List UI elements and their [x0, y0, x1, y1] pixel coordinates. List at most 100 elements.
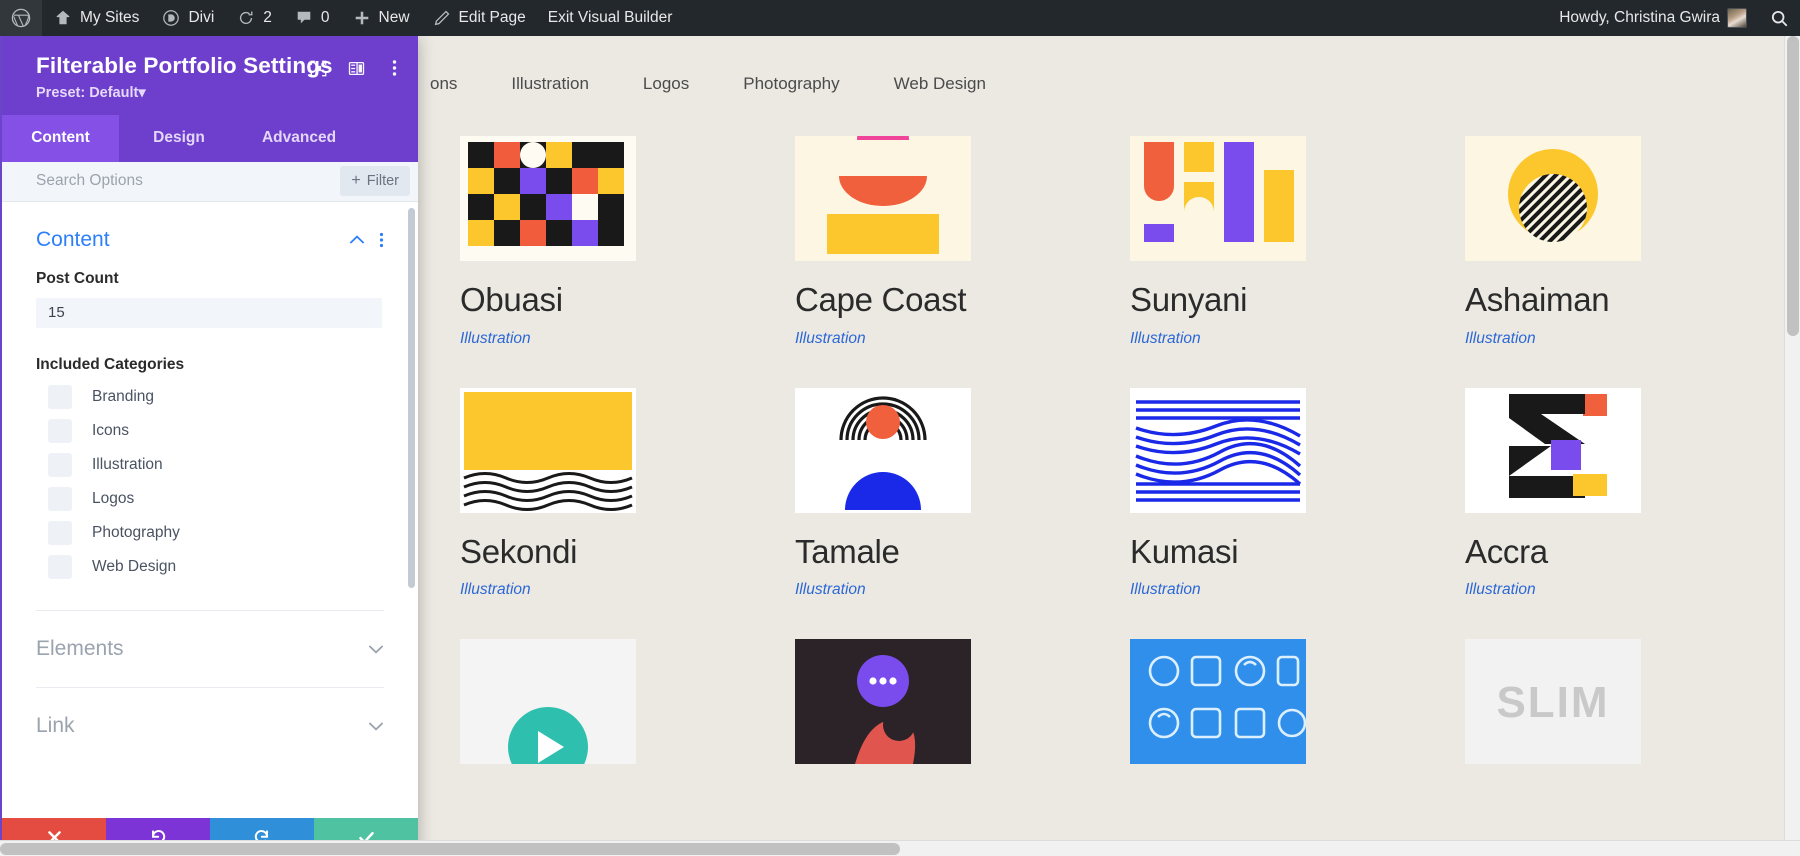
- search-input[interactable]: [36, 172, 306, 190]
- portfolio-item[interactable]: Sunyani Illustration: [1130, 136, 1400, 348]
- category-row-web-design[interactable]: Web Design: [36, 550, 384, 584]
- arch-dome-thumb[interactable]: [795, 388, 971, 513]
- portfolio-item-title: Kumasi: [1130, 535, 1400, 570]
- category-row-branding[interactable]: Branding: [36, 380, 384, 414]
- chevron-down-icon[interactable]: [368, 721, 384, 731]
- tab-advanced[interactable]: Advanced: [239, 115, 359, 162]
- horizontal-scrollbar-thumb[interactable]: [0, 843, 900, 855]
- yellow-sun-stripes-thumb[interactable]: [1465, 136, 1641, 261]
- filter-tab-photography[interactable]: Photography: [716, 74, 866, 94]
- post-count-input[interactable]: [36, 298, 382, 328]
- focus-target-icon[interactable]: [308, 58, 328, 78]
- kebab-menu-icon[interactable]: [384, 58, 404, 78]
- portfolio-item[interactable]: Kumasi Illustration: [1130, 388, 1400, 600]
- updates-button[interactable]: 2: [225, 0, 283, 36]
- section-kebab-icon[interactable]: [379, 232, 384, 248]
- portfolio-item[interactable]: [1130, 639, 1400, 786]
- category-label: Illustration: [92, 456, 163, 474]
- portfolio-item[interactable]: SLIM: [1465, 639, 1735, 786]
- modal-scroll-area: Content Post C: [2, 202, 418, 818]
- exit-visual-builder-label: Exit Visual Builder: [548, 9, 673, 27]
- portfolio-item[interactable]: [460, 639, 730, 786]
- panel-layout-icon[interactable]: [346, 58, 366, 78]
- blue-lines-thumb[interactable]: [1130, 388, 1306, 513]
- modal-scrollbar[interactable]: [408, 208, 415, 588]
- comments-button[interactable]: 0: [283, 0, 341, 36]
- checkbox-web-design[interactable]: [48, 555, 72, 579]
- section-content-header-icons: [349, 232, 384, 248]
- category-label: Branding: [92, 388, 154, 406]
- comments-count: 0: [321, 9, 330, 27]
- portfolio-item[interactable]: Ashaiman Illustration: [1465, 136, 1735, 348]
- portfolio-item-category[interactable]: Illustration: [1465, 330, 1735, 348]
- portfolio-item[interactable]: Sekondi Illustration: [460, 388, 730, 600]
- admin-bar-right: Howdy, Christina Gwira: [1548, 0, 1800, 36]
- dark-ellipsis-thumb[interactable]: [795, 639, 971, 764]
- post-count-label: Post Count: [36, 270, 384, 288]
- portfolio-item[interactable]: Accra Illustration: [1465, 388, 1735, 600]
- section-link[interactable]: Link: [2, 688, 418, 764]
- preset-selector[interactable]: Preset: Default▾: [36, 85, 398, 101]
- filter-tab-logos[interactable]: Logos: [616, 74, 716, 94]
- chevron-down-icon[interactable]: [368, 644, 384, 654]
- portfolio-item[interactable]: Obuasi Illustration: [460, 136, 730, 348]
- included-categories-label: Included Categories: [36, 356, 384, 374]
- horizontal-scrollbar[interactable]: [0, 840, 1800, 856]
- section-elements-title: Elements: [36, 637, 124, 661]
- portfolio-item-category[interactable]: Illustration: [795, 581, 1065, 599]
- vertical-scrollbar-thumb[interactable]: [1787, 36, 1799, 336]
- checkbox-branding[interactable]: [48, 385, 72, 409]
- slim-text-thumb[interactable]: SLIM: [1465, 639, 1641, 764]
- new-content-menu[interactable]: New: [341, 0, 421, 36]
- divi-menu[interactable]: Divi: [150, 0, 225, 36]
- portfolio-item-category[interactable]: Illustration: [460, 330, 730, 348]
- pink-orange-bowl-thumb[interactable]: [795, 136, 971, 261]
- edit-page-button[interactable]: Edit Page: [421, 0, 537, 36]
- account-menu[interactable]: Howdy, Christina Gwira: [1548, 0, 1758, 36]
- portfolio-item-category[interactable]: Illustration: [1465, 581, 1735, 599]
- filter-tab-illustration[interactable]: Illustration: [484, 74, 615, 94]
- yellow-waves-thumb[interactable]: [460, 388, 636, 513]
- geometric-blocks-thumb[interactable]: [460, 136, 636, 261]
- tab-content[interactable]: Content: [2, 115, 119, 162]
- chevron-up-icon[interactable]: [349, 235, 365, 245]
- black-z-shape-thumb[interactable]: [1465, 388, 1641, 513]
- modal-header: Filterable Portfolio Settings Preset: De…: [2, 36, 418, 115]
- category-row-illustration[interactable]: Illustration: [36, 448, 384, 482]
- color-columns-thumb[interactable]: [1130, 136, 1306, 261]
- checkbox-illustration[interactable]: [48, 453, 72, 477]
- filter-tab-icons[interactable]: ons: [430, 74, 484, 94]
- section-content-header[interactable]: Content: [36, 202, 384, 270]
- portfolio-item-title: Sunyani: [1130, 283, 1400, 318]
- portfolio-item-category[interactable]: Illustration: [460, 581, 730, 599]
- section-link-title: Link: [36, 714, 75, 738]
- category-row-photography[interactable]: Photography: [36, 516, 384, 550]
- category-row-icons[interactable]: Icons: [36, 414, 384, 448]
- category-label: Web Design: [92, 558, 176, 576]
- wordpress-logo-button[interactable]: [0, 0, 42, 36]
- search-button[interactable]: [1758, 0, 1800, 36]
- wordpress-logo-icon: [11, 8, 31, 28]
- portfolio-item[interactable]: Cape Coast Illustration: [795, 136, 1065, 348]
- avatar: [1727, 8, 1747, 28]
- pencil-icon: [432, 8, 452, 28]
- category-row-logos[interactable]: Logos: [36, 482, 384, 516]
- my-sites-menu[interactable]: My Sites: [42, 0, 150, 36]
- blue-icon-grid-thumb[interactable]: [1130, 639, 1306, 764]
- vertical-scrollbar[interactable]: [1784, 36, 1800, 840]
- portfolio-item-category[interactable]: Illustration: [1130, 581, 1400, 599]
- section-elements[interactable]: Elements: [2, 611, 418, 687]
- checkbox-logos[interactable]: [48, 487, 72, 511]
- tab-design[interactable]: Design: [119, 115, 239, 162]
- portfolio-item-category[interactable]: Illustration: [1130, 330, 1400, 348]
- checkbox-icons[interactable]: [48, 419, 72, 443]
- teal-play-button-thumb[interactable]: [460, 639, 636, 764]
- portfolio-item[interactable]: [795, 639, 1065, 786]
- portfolio-item[interactable]: Tamale Illustration: [795, 388, 1065, 600]
- exit-visual-builder-button[interactable]: Exit Visual Builder: [537, 0, 684, 36]
- filter-tab-web-design[interactable]: Web Design: [867, 74, 1013, 94]
- portfolio-item-category[interactable]: Illustration: [795, 330, 1065, 348]
- filter-button[interactable]: + Filter: [340, 166, 410, 196]
- checkbox-photography[interactable]: [48, 521, 72, 545]
- my-sites-label: My Sites: [80, 9, 139, 27]
